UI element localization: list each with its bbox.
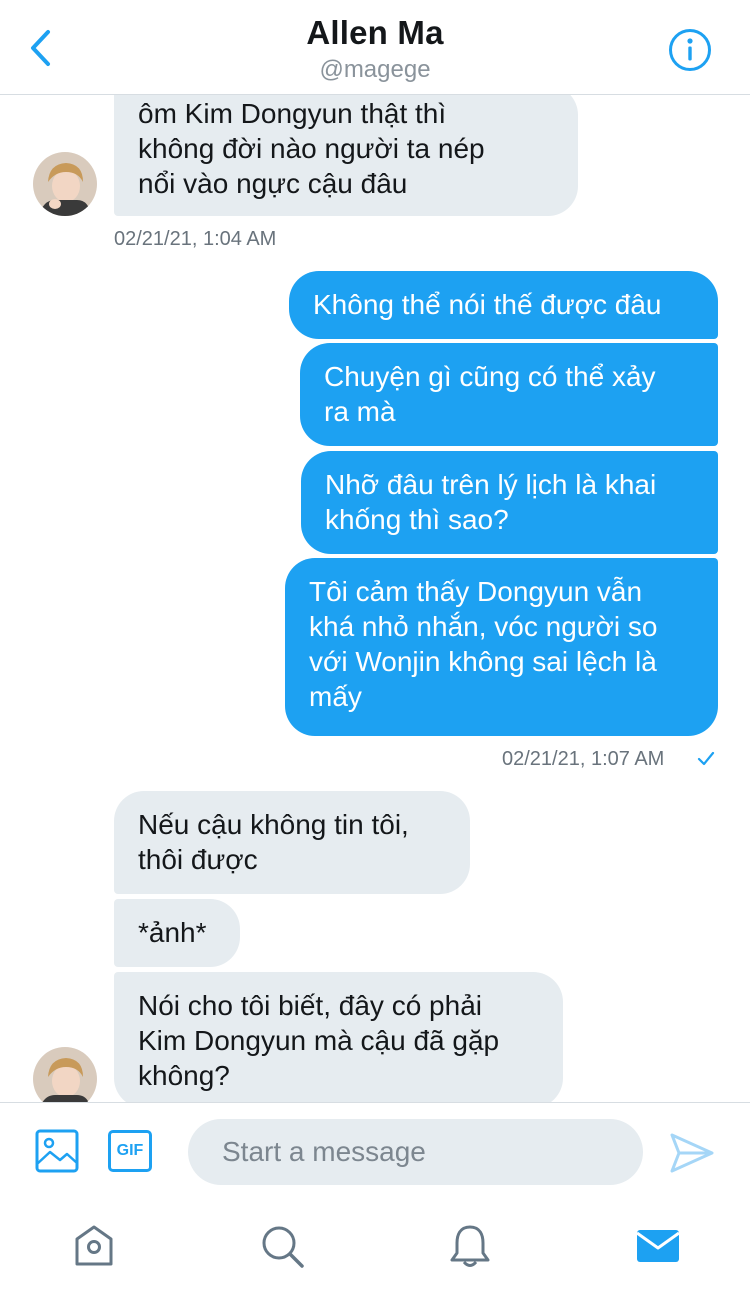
add-image-button[interactable]	[34, 1128, 82, 1176]
message-timestamp: 02/21/21, 1:07 AM	[502, 748, 665, 770]
contact-handle: @magege	[319, 56, 431, 83]
message-input[interactable]	[188, 1119, 643, 1185]
message-list[interactable]: ôm Kim Dongyun thật thì không đời nào ng…	[0, 95, 750, 1102]
outgoing-message[interactable]: Tôi cảm thấy Dongyun vẫn khá nhỏ nhắn, v…	[285, 558, 718, 736]
outgoing-message[interactable]: Nhỡ đâu trên lý lịch là khai khống thì s…	[301, 451, 718, 554]
search-icon	[262, 1226, 304, 1268]
envelope-icon	[636, 1230, 680, 1262]
message-timestamp: 02/21/21, 1:04 AM	[114, 228, 277, 250]
incoming-message[interactable]: Nếu cậu không tin tôi, thôi được	[114, 791, 470, 894]
bottom-tab-bar	[0, 1198, 750, 1299]
contact-name[interactable]: Allen Ma	[0, 14, 750, 52]
incoming-message[interactable]: Nói cho tôi biết, đây có phải Kim Dongyu…	[114, 972, 563, 1102]
bell-icon	[450, 1225, 490, 1267]
message-composer: GIF	[0, 1102, 750, 1199]
send-button[interactable]	[668, 1131, 716, 1175]
checkmark-icon	[697, 751, 715, 766]
info-button[interactable]	[667, 27, 713, 73]
tab-home[interactable]	[70, 1222, 118, 1270]
incoming-message[interactable]: ôm Kim Dongyun thật thì không đời nào ng…	[114, 95, 578, 216]
incoming-message[interactable]: *ảnh*	[114, 899, 240, 967]
image-icon	[35, 1129, 79, 1173]
avatar[interactable]	[33, 1047, 97, 1102]
send-icon	[670, 1133, 714, 1173]
gif-button[interactable]: GIF	[108, 1130, 152, 1172]
avatar[interactable]	[33, 152, 97, 216]
tab-messages[interactable]	[634, 1222, 682, 1270]
conversation-header: Allen Ma @magege	[0, 0, 750, 95]
home-icon	[75, 1225, 113, 1266]
tab-search[interactable]	[258, 1222, 306, 1270]
info-icon	[669, 29, 711, 71]
tab-notifications[interactable]	[446, 1222, 494, 1270]
outgoing-message[interactable]: Không thể nói thế được đâu	[289, 271, 718, 339]
outgoing-message[interactable]: Chuyện gì cũng có thể xảy ra mà	[300, 343, 718, 446]
